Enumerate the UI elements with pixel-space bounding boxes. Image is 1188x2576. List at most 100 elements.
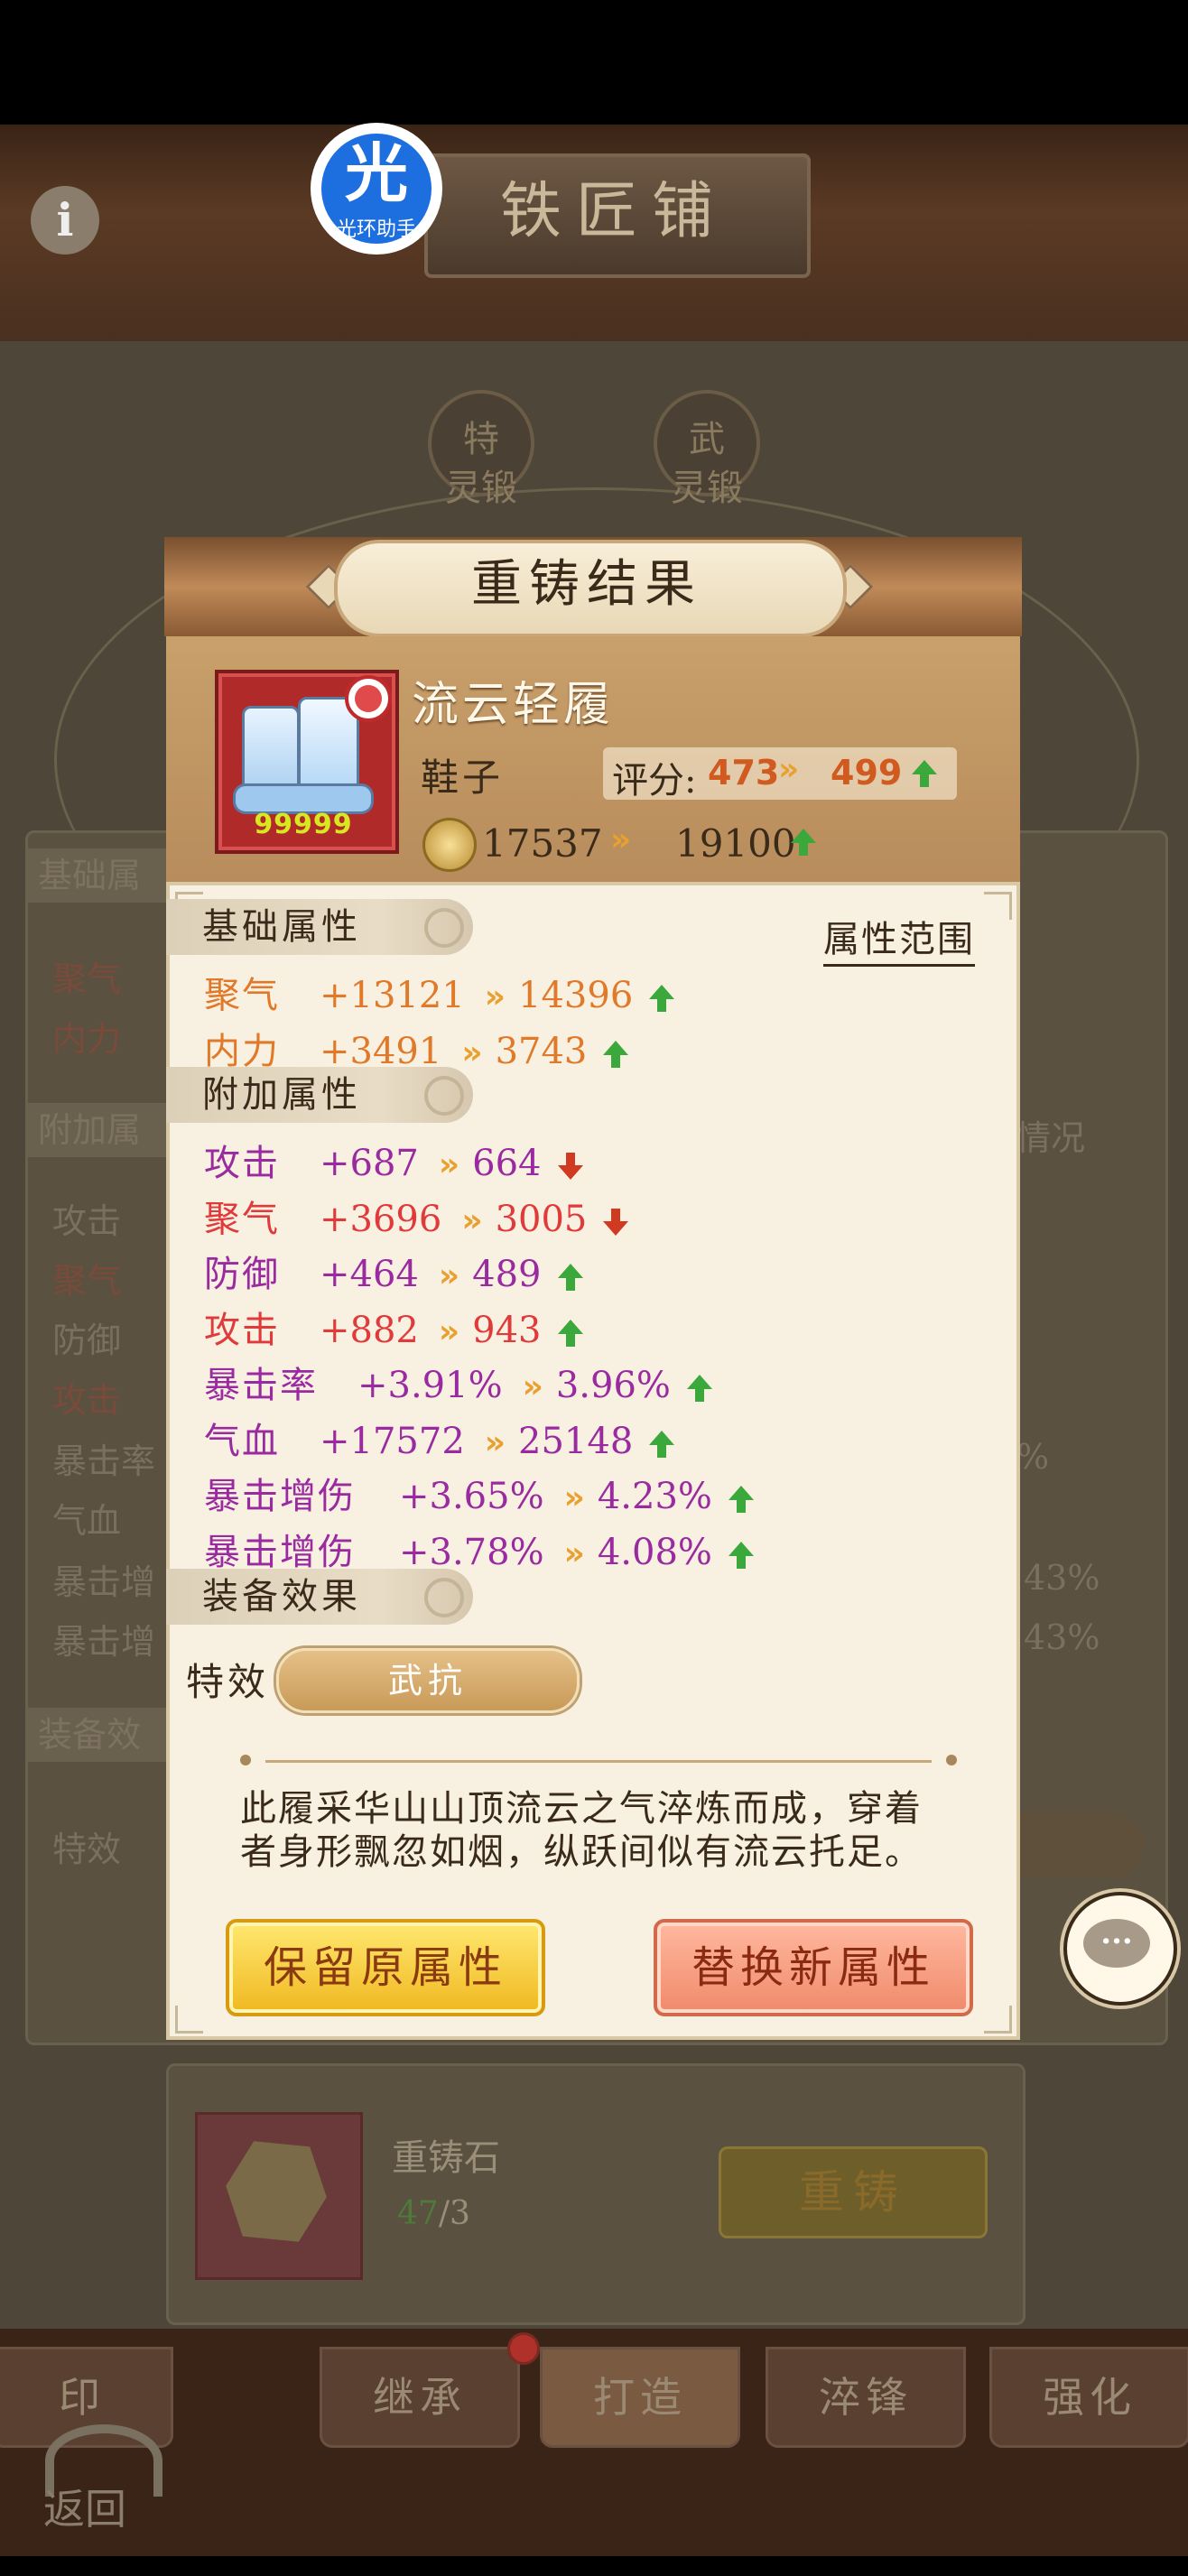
- up-arrow-icon: [557, 1264, 583, 1291]
- attr-old-value: +3.91%: [357, 1365, 503, 1406]
- attr-row: 攻击 +687 » 664: [204, 1134, 583, 1184]
- bg-extra-row: 暴击增: [52, 1622, 156, 1662]
- chevron-right-icon: »: [610, 821, 631, 858]
- attr-row: 攻击 +882 » 943: [204, 1301, 583, 1351]
- chevron-right-icon: »: [522, 1368, 543, 1405]
- attr-name: 攻击: [204, 1309, 280, 1351]
- effect-chip[interactable]: 武抗: [276, 1648, 580, 1713]
- up-arrow-icon: [728, 1541, 754, 1569]
- chevron-right-icon: »: [438, 1257, 459, 1294]
- bg-extra-row: 气血: [52, 1501, 122, 1541]
- attr-old-value: +13121: [320, 975, 465, 1016]
- swirl-ornament: [424, 1578, 464, 1617]
- chevron-right-icon: »: [563, 1534, 585, 1572]
- bg-effect-label: 特效: [52, 1830, 122, 1869]
- bg-right-fragment: %: [1016, 1437, 1050, 1477]
- chevron-right-icon: »: [484, 1423, 506, 1461]
- attr-new-value: 25148: [518, 1420, 634, 1462]
- up-arrow-icon: [603, 1041, 629, 1068]
- forge-option-martial-label: 灵锻: [671, 468, 743, 509]
- bg-extra-row: 防御: [52, 1320, 122, 1360]
- swirl-ornament: [424, 1076, 464, 1116]
- attribute-range-button[interactable]: 属性范围: [823, 910, 975, 967]
- attr-name: 气血: [204, 1420, 280, 1462]
- helper-badge-label: 光环助手: [336, 218, 416, 241]
- forge-option-special-label: 灵锻: [445, 468, 517, 509]
- attr-new-value: 664: [472, 1143, 542, 1184]
- attr-old-value: +464: [320, 1254, 419, 1295]
- attr-old-value: +3.78%: [399, 1531, 544, 1573]
- chevron-right-icon: »: [438, 1312, 459, 1350]
- attr-name: 暴击增伤: [204, 1531, 356, 1573]
- attr-row: 聚气 +3696 » 3005: [204, 1190, 629, 1240]
- material-count-required: /3: [438, 2195, 470, 2232]
- chevron-right-icon: »: [563, 1479, 585, 1516]
- attr-new-value: 3005: [495, 1198, 588, 1240]
- material-count-current: 47: [397, 2195, 439, 2232]
- bg-extra-row: 攻击: [52, 1380, 122, 1420]
- chevron-right-icon: »: [778, 751, 799, 788]
- divider-dot: [240, 1755, 251, 1765]
- forge-option-martial-glyph: 武: [689, 419, 725, 460]
- chevron-right-icon: »: [461, 1201, 482, 1239]
- attr-new-value: 14396: [518, 975, 634, 1016]
- forge-option-special-glyph: 特: [463, 419, 499, 460]
- up-arrow-icon: [728, 1486, 754, 1513]
- bg-right-fragment: 43%: [1024, 1617, 1100, 1657]
- attr-name: 聚气: [204, 1198, 280, 1240]
- item-quality-badge-inner: [355, 685, 382, 712]
- attr-old-value: +3.65%: [399, 1476, 544, 1517]
- item-description-line: 者身形飘忽如烟，纵跃间似有流云托足。: [240, 1831, 923, 1873]
- reforge-button[interactable]: 重铸: [719, 2146, 988, 2238]
- attr-row: 暴击增伤 +3.78% » 4.08%: [204, 1523, 754, 1573]
- attr-row: 内力 +3491» 3743: [204, 1022, 629, 1072]
- keep-original-button[interactable]: 保留原属性: [226, 1919, 545, 2016]
- nav-tab-forge[interactable]: 打造: [540, 2347, 740, 2448]
- notification-dot: [507, 2332, 540, 2365]
- replace-new-button[interactable]: 替换新属性: [654, 1919, 973, 2016]
- attr-row: 暴击率 +3.91% » 3.96%: [204, 1356, 712, 1406]
- up-arrow-icon: [557, 1319, 583, 1347]
- attr-old-value: +882: [320, 1309, 419, 1351]
- coin-icon: [422, 818, 477, 872]
- back-button[interactable]: 返回: [43, 2477, 170, 2576]
- info-icon[interactable]: i: [31, 186, 99, 255]
- up-arrow-icon: [912, 760, 937, 787]
- score-old: 473: [708, 753, 780, 792]
- nav-tab-enhance[interactable]: 强化: [989, 2347, 1188, 2448]
- bg-extra-row: 暴击率: [52, 1441, 156, 1481]
- down-arrow-icon: [603, 1208, 629, 1236]
- attr-new-value: 3743: [495, 1031, 588, 1072]
- down-arrow-icon: [557, 1153, 583, 1180]
- modal-title: 重铸结果: [471, 555, 702, 614]
- item-name: 流云轻履: [412, 678, 615, 732]
- material-count: 47/3: [397, 2195, 470, 2232]
- attr-old-value: +3696: [320, 1198, 442, 1240]
- attr-new-value: 4.08%: [597, 1531, 712, 1573]
- attr-name: 防御: [204, 1254, 280, 1295]
- nav-tab-temper[interactable]: 淬锋: [766, 2347, 966, 2448]
- divider-dot: [946, 1755, 957, 1765]
- power-old: 17537: [482, 821, 603, 866]
- chat-dots: ···: [1100, 1923, 1133, 1960]
- chevron-right-icon: »: [484, 978, 506, 1015]
- chevron-right-icon: »: [461, 1034, 482, 1071]
- attr-new-value: 489: [472, 1254, 542, 1295]
- page-title: 铁匠铺: [499, 176, 728, 247]
- power-new: 19100: [675, 821, 796, 866]
- up-arrow-icon: [649, 1430, 675, 1458]
- corner-ornament: [984, 2006, 1012, 2034]
- attr-new-value: 4.23%: [597, 1476, 712, 1517]
- bg-right-fragment: 43%: [1024, 1558, 1100, 1598]
- bg-basic-row: 聚气: [52, 959, 122, 999]
- helper-badge-glyph: 光: [345, 136, 408, 210]
- nav-tab-inherit[interactable]: 继承: [320, 2347, 520, 2448]
- corner-ornament: [984, 892, 1012, 920]
- attr-row: 气血 +17572 » 25148: [204, 1412, 675, 1462]
- item-description-line: 此履采华山山顶流云之气淬炼而成，穿着: [240, 1788, 923, 1830]
- attr-new-value: 943: [472, 1309, 542, 1351]
- attr-name: 暴击增伤: [204, 1476, 356, 1517]
- up-arrow-icon: [686, 1375, 712, 1402]
- score-label: 评分:: [612, 760, 697, 802]
- attr-row: 暴击增伤 +3.65% » 4.23%: [204, 1467, 754, 1517]
